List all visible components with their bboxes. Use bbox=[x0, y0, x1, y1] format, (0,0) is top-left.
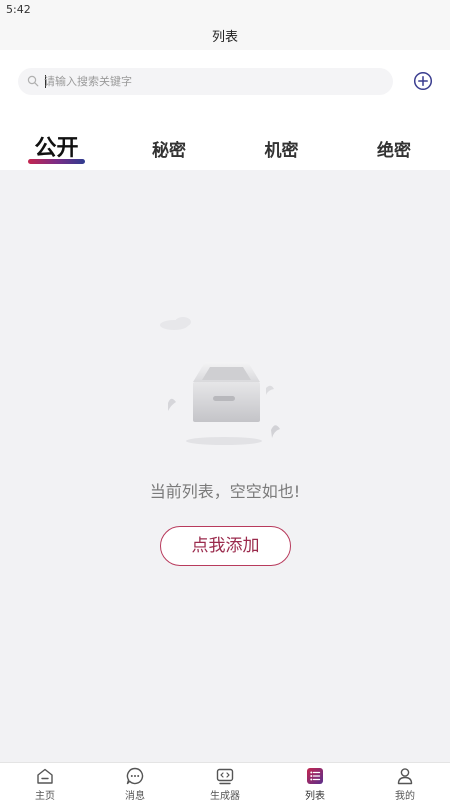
generator-icon bbox=[216, 768, 234, 785]
nav-item-home[interactable]: 主页 bbox=[0, 763, 90, 800]
search-box[interactable] bbox=[18, 68, 393, 95]
empty-box-icon bbox=[160, 317, 280, 445]
tab-top-secret[interactable]: 绝密 bbox=[338, 112, 450, 170]
message-icon bbox=[126, 767, 144, 785]
category-tabs: 公开 秘密 机密 绝密 bbox=[0, 112, 450, 170]
nav-label: 主页 bbox=[35, 791, 55, 800]
tab-public[interactable]: 公开 bbox=[0, 112, 113, 170]
search-row bbox=[0, 50, 450, 112]
add-circle-icon[interactable] bbox=[412, 70, 434, 92]
header-bar: 列表 bbox=[0, 20, 450, 50]
status-bar: 5:42 bbox=[0, 0, 450, 20]
tab-secret[interactable]: 秘密 bbox=[113, 112, 225, 170]
bottom-nav: 主页 消息 生成器 列表 我的 bbox=[0, 762, 450, 800]
nav-item-messages[interactable]: 消息 bbox=[90, 763, 180, 800]
tab-label: 机密 bbox=[264, 141, 299, 161]
status-time: 5:42 bbox=[6, 3, 31, 16]
tab-confidential[interactable]: 机密 bbox=[225, 112, 338, 170]
home-icon bbox=[37, 768, 53, 784]
active-tab-indicator bbox=[28, 159, 85, 164]
tab-label: 秘密 bbox=[152, 141, 186, 161]
page-title: 列表 bbox=[211, 30, 238, 45]
tab-label: 公开 bbox=[34, 136, 79, 161]
nav-item-generator[interactable]: 生成器 bbox=[180, 763, 270, 800]
nav-label: 生成器 bbox=[210, 791, 240, 800]
profile-icon bbox=[397, 768, 413, 785]
search-input[interactable] bbox=[44, 71, 384, 92]
add-item-button[interactable]: 点我添加 bbox=[160, 526, 291, 566]
tab-label: 绝密 bbox=[377, 141, 411, 161]
nav-label: 我的 bbox=[395, 791, 415, 800]
nav-label: 列表 bbox=[305, 791, 325, 800]
empty-state-message: 当前列表，空空如也! bbox=[149, 482, 301, 501]
nav-label: 消息 bbox=[125, 791, 145, 800]
list-icon bbox=[307, 768, 323, 784]
search-icon bbox=[27, 75, 39, 87]
nav-item-profile[interactable]: 我的 bbox=[360, 763, 450, 800]
nav-item-list[interactable]: 列表 bbox=[270, 763, 360, 800]
